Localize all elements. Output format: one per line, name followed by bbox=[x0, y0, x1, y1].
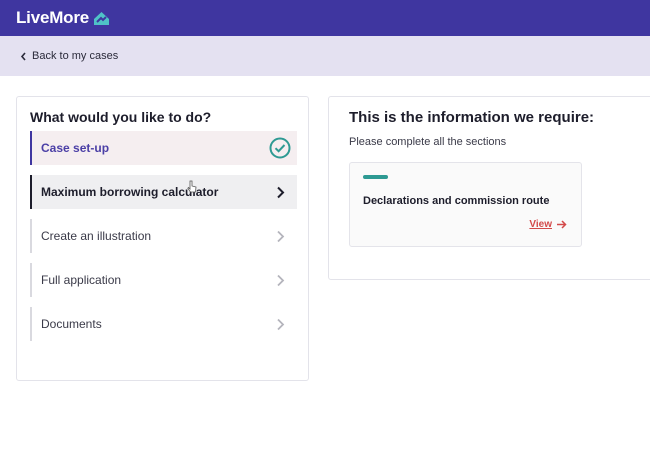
arrow-right-icon bbox=[557, 220, 567, 229]
back-to-cases-link[interactable]: Back to my cases bbox=[20, 50, 118, 62]
view-link-label: View bbox=[529, 219, 552, 230]
chevron-right-icon bbox=[263, 219, 297, 253]
chevron-right-icon bbox=[263, 307, 297, 341]
actions-panel-title: What would you like to do? bbox=[30, 109, 212, 125]
requirements-subtitle: Please complete all the sections bbox=[349, 136, 507, 148]
chevron-left-icon bbox=[20, 51, 26, 61]
tile-title: Declarations and commission route bbox=[363, 195, 550, 207]
requirements-panel: This is the information we require: Plea… bbox=[328, 96, 650, 280]
view-link[interactable]: View bbox=[529, 219, 567, 230]
step-case-setup[interactable]: Case set-up bbox=[30, 131, 297, 165]
step-label: Case set-up bbox=[41, 141, 110, 155]
chevron-right-icon bbox=[263, 263, 297, 297]
step-label: Documents bbox=[41, 317, 102, 331]
check-circle-icon bbox=[263, 131, 297, 165]
actions-panel: What would you like to do? Case set-up M… bbox=[16, 96, 309, 381]
step-full-application[interactable]: Full application bbox=[30, 263, 297, 297]
step-label: Full application bbox=[41, 273, 122, 287]
step-label: Maximum borrowing calculator bbox=[41, 185, 219, 199]
step-label: Create an illustration bbox=[41, 229, 152, 243]
step-create-illustration[interactable]: Create an illustration bbox=[30, 219, 297, 253]
tile-accent-bar bbox=[363, 175, 388, 179]
brand-name: LiveMore bbox=[16, 8, 90, 27]
brand-logo[interactable]: LiveMore bbox=[16, 8, 110, 28]
step-max-borrowing-calculator[interactable]: Maximum borrowing calculator bbox=[30, 175, 297, 209]
chevron-right-icon bbox=[263, 175, 297, 209]
back-link-label: Back to my cases bbox=[32, 50, 119, 62]
breadcrumb-bar: Back to my cases bbox=[0, 36, 650, 76]
section-tile-declarations: Declarations and commission route View bbox=[349, 162, 582, 247]
step-documents[interactable]: Documents bbox=[30, 307, 297, 341]
top-navbar: LiveMore bbox=[0, 0, 650, 36]
house-logo-icon bbox=[94, 11, 110, 25]
requirements-title: This is the information we require: bbox=[349, 109, 595, 126]
mouse-cursor-icon bbox=[187, 180, 197, 193]
